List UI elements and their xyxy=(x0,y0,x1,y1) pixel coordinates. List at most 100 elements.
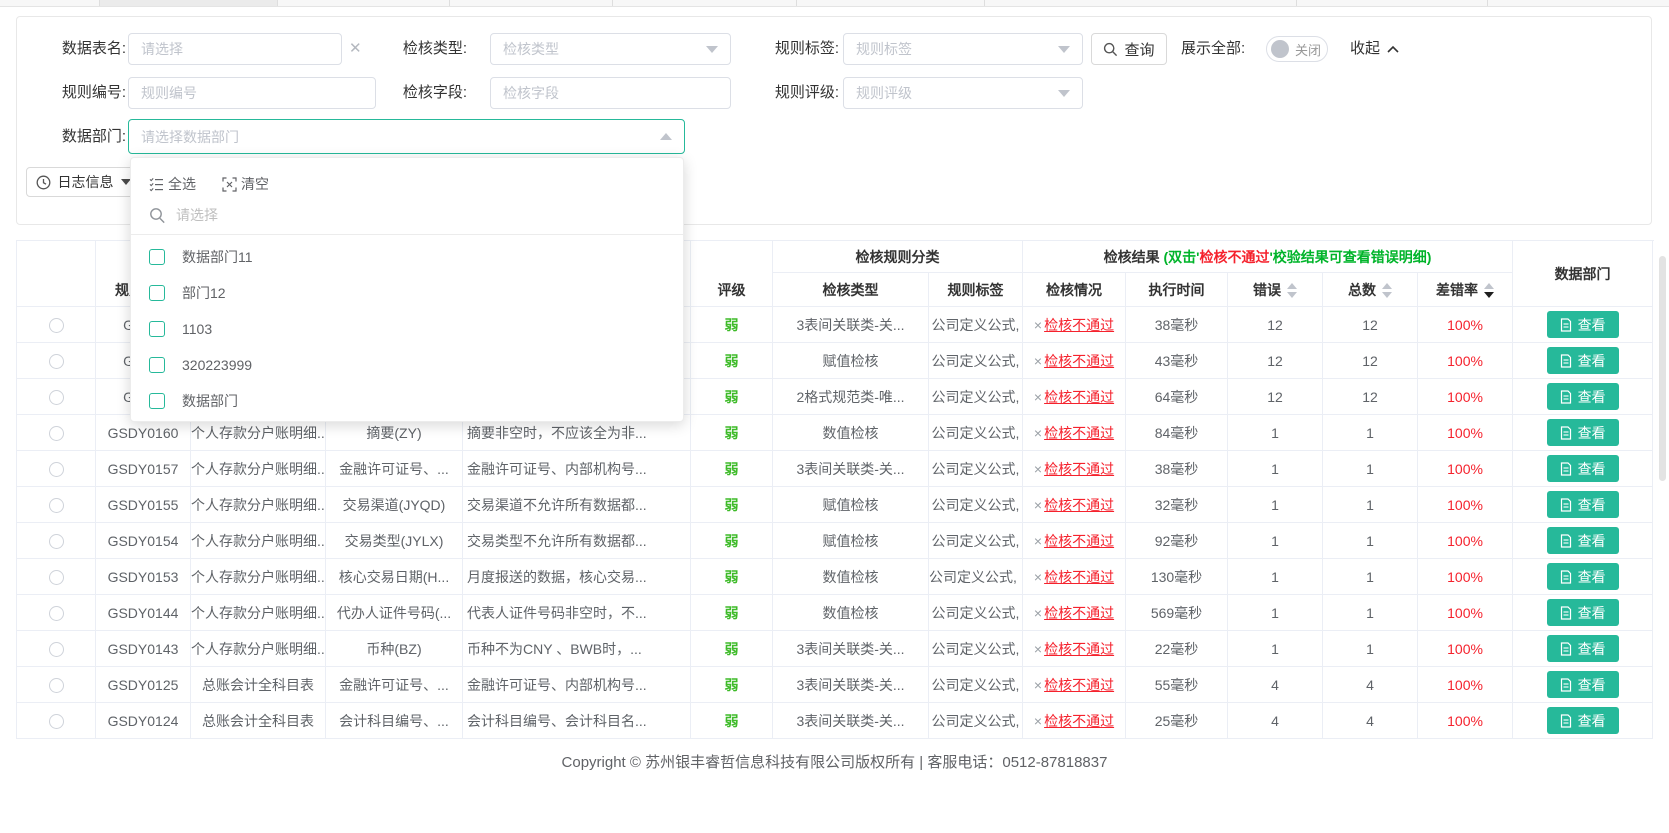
scrollbar-thumb[interactable] xyxy=(1659,256,1666,481)
cell-check-type: 数值检核 xyxy=(773,415,929,451)
clear-selection-button[interactable]: 清空 xyxy=(222,174,269,194)
status-fail-link[interactable]: 检核不通过 xyxy=(1044,425,1114,441)
chevron-down-icon xyxy=(1058,90,1070,97)
column-header-error-rate[interactable]: 差错率 xyxy=(1418,273,1513,307)
row-radio[interactable] xyxy=(49,534,64,549)
cell-exec-time: 38毫秒 xyxy=(1126,451,1228,487)
cell-level: 弱 xyxy=(691,667,773,703)
cell-table-name: 总账会计全科目表 xyxy=(191,667,326,703)
status-fail-link[interactable]: 检核不通过 xyxy=(1044,569,1114,585)
cell-level: 弱 xyxy=(691,523,773,559)
rule-level-select[interactable]: 规则评级 xyxy=(843,77,1083,109)
checkbox[interactable] xyxy=(149,321,165,337)
cell-rule-code: GSDY0153 xyxy=(96,559,191,595)
column-header-errors[interactable]: 错误 xyxy=(1228,273,1323,307)
collapse-button[interactable]: 收起 xyxy=(1350,33,1399,65)
check-field-input[interactable] xyxy=(503,85,718,101)
row-radio[interactable] xyxy=(49,426,64,441)
group-header-rule-class: 检核规则分类 xyxy=(773,241,1023,273)
sort-icons[interactable] xyxy=(1287,283,1297,298)
status-fail-link[interactable]: 检核不通过 xyxy=(1044,677,1114,693)
status-fail-link[interactable]: 检核不通过 xyxy=(1044,461,1114,477)
dropdown-option[interactable]: 320223999 xyxy=(131,347,683,383)
checkbox[interactable] xyxy=(149,285,165,301)
dept-search-box[interactable] xyxy=(149,198,665,232)
status-fail-link[interactable]: 检核不通过 xyxy=(1044,605,1114,621)
cell-errors: 12 xyxy=(1228,307,1323,343)
status-fail-link[interactable]: 检核不通过 xyxy=(1044,713,1114,729)
dept-search-input[interactable] xyxy=(176,207,665,223)
view-button[interactable]: 查看 xyxy=(1547,599,1619,626)
view-button[interactable]: 查看 xyxy=(1547,563,1619,590)
status-fail-link[interactable]: 检核不通过 xyxy=(1044,533,1114,549)
view-button[interactable]: 查看 xyxy=(1547,383,1619,410)
cell-check-type: 3表间关联类-关... xyxy=(773,703,929,739)
document-icon xyxy=(1560,426,1572,440)
divider xyxy=(131,234,683,235)
table-name-input-box[interactable] xyxy=(128,33,342,65)
status-fail-link[interactable]: 检核不通过 xyxy=(1044,497,1114,513)
row-radio[interactable] xyxy=(49,642,64,657)
fail-x-icon: × xyxy=(1034,497,1042,513)
dept-dropdown-panel: 全选 清空 数据部门11 部门12 1103 32 xyxy=(130,157,684,422)
checkbox[interactable] xyxy=(149,393,165,409)
row-radio[interactable] xyxy=(49,354,64,369)
table-name-input[interactable] xyxy=(141,41,329,57)
row-radio[interactable] xyxy=(49,498,64,513)
dropdown-option[interactable]: 1103 xyxy=(131,311,683,347)
sort-icons[interactable] xyxy=(1382,283,1392,298)
cell-rule-tag: 公司定义公式, xyxy=(929,451,1023,487)
row-radio[interactable] xyxy=(49,318,64,333)
view-button[interactable]: 查看 xyxy=(1547,491,1619,518)
cell-error-rate: 100% xyxy=(1418,379,1513,415)
cell-rule-desc: 交易类型不允许所有数据都... xyxy=(463,523,691,559)
rule-tag-select[interactable]: 规则标签 xyxy=(843,33,1083,65)
clear-icon[interactable]: ✕ xyxy=(349,33,362,65)
show-all-toggle[interactable]: 关闭 xyxy=(1266,36,1328,62)
sort-icons-active-desc[interactable] xyxy=(1484,283,1494,298)
row-radio[interactable] xyxy=(49,570,64,585)
checkbox[interactable] xyxy=(149,249,165,265)
column-header-total[interactable]: 总数 xyxy=(1323,273,1418,307)
column-header-exec-time: 执行时间 xyxy=(1126,273,1228,307)
column-header-level: 评级 xyxy=(691,273,773,307)
cell-errors: 1 xyxy=(1228,487,1323,523)
cell-check-field: 金融许可证号、... xyxy=(326,667,463,703)
document-icon xyxy=(1560,714,1572,728)
query-button[interactable]: 查询 xyxy=(1091,33,1167,65)
view-button[interactable]: 查看 xyxy=(1547,707,1619,734)
status-fail-link[interactable]: 检核不通过 xyxy=(1044,641,1114,657)
check-type-select[interactable]: 检核类型 xyxy=(490,33,731,65)
dropdown-option[interactable]: 部门12 xyxy=(131,275,683,311)
data-dept-multiselect[interactable]: 请选择数据部门 xyxy=(128,119,685,154)
view-button[interactable]: 查看 xyxy=(1547,527,1619,554)
view-button[interactable]: 查看 xyxy=(1547,311,1619,338)
log-info-button[interactable]: 日志信息 xyxy=(26,167,140,197)
row-radio[interactable] xyxy=(49,462,64,477)
dropdown-option[interactable]: 数据部门11 xyxy=(131,239,683,275)
row-radio[interactable] xyxy=(49,606,64,621)
view-button[interactable]: 查看 xyxy=(1547,455,1619,482)
caret-down-icon xyxy=(121,179,131,185)
checkbox[interactable] xyxy=(149,357,165,373)
cell-status: ×检核不通过 xyxy=(1023,487,1126,523)
view-button[interactable]: 查看 xyxy=(1547,347,1619,374)
tab-segment xyxy=(278,0,450,6)
cell-error-rate: 100% xyxy=(1418,415,1513,451)
rule-no-input[interactable] xyxy=(141,85,363,101)
cell-rule-tag: 公司定义公式, xyxy=(929,343,1023,379)
check-field-label: 检核字段: xyxy=(389,77,467,109)
status-fail-link[interactable]: 检核不通过 xyxy=(1044,317,1114,333)
select-all-button[interactable]: 全选 xyxy=(149,174,196,194)
rule-no-input-box[interactable] xyxy=(128,77,376,109)
view-button[interactable]: 查看 xyxy=(1547,671,1619,698)
row-radio[interactable] xyxy=(49,390,64,405)
row-radio[interactable] xyxy=(49,714,64,729)
dropdown-option[interactable]: 数据部门 xyxy=(131,383,683,419)
check-field-input-box[interactable] xyxy=(490,77,731,109)
view-button[interactable]: 查看 xyxy=(1547,419,1619,446)
row-radio[interactable] xyxy=(49,678,64,693)
status-fail-link[interactable]: 检核不通过 xyxy=(1044,353,1114,369)
view-button[interactable]: 查看 xyxy=(1547,635,1619,662)
status-fail-link[interactable]: 检核不通过 xyxy=(1044,389,1114,405)
